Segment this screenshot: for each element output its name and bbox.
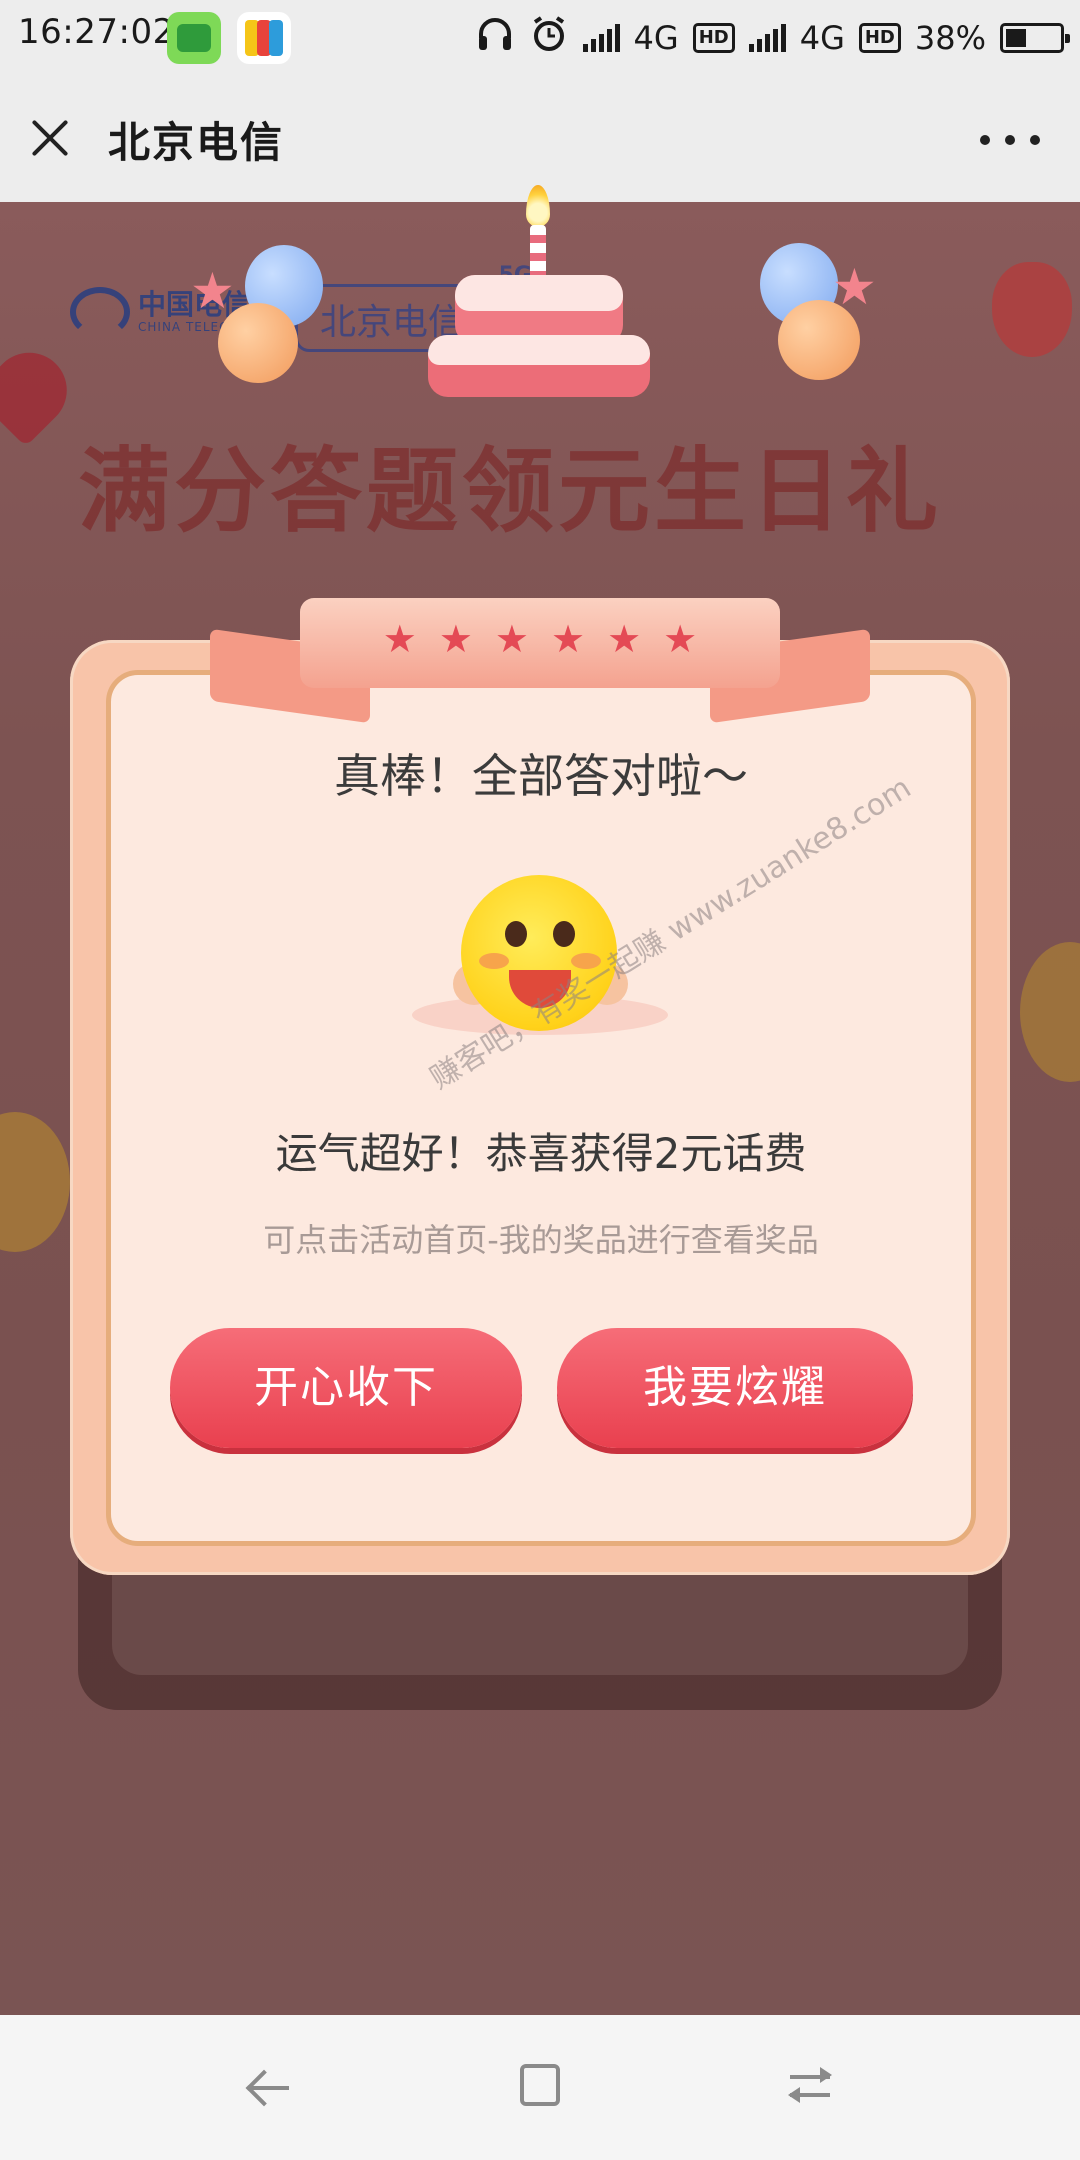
colorful-app-icon <box>237 12 291 64</box>
coin-decoration <box>0 1112 70 1252</box>
system-nav-bar <box>0 2015 1080 2160</box>
coin-decoration-right <box>1020 942 1080 1082</box>
stars-ribbon: ★ ★ ★ ★ ★ ★ <box>300 598 780 688</box>
birthday-cake-icon <box>420 185 660 397</box>
star-icon: ★ <box>190 262 235 320</box>
heart-balloon-icon <box>0 337 83 447</box>
star-icon: ★ <box>494 617 529 661</box>
star-icon: ★ <box>551 617 586 661</box>
banner-title: 满分答题领元生日礼 <box>78 438 943 545</box>
hd-badge-1: HD <box>692 23 735 53</box>
prize-message: 运气超好！恭喜获得2元话费 <box>275 1129 807 1178</box>
status-bar: 16:27:02 4G HD 4G HD 38% <box>0 0 1080 75</box>
network-type-1: 4G <box>633 19 679 57</box>
accept-prize-button[interactable]: 开心收下 <box>170 1328 522 1448</box>
headphones-icon <box>475 14 515 62</box>
switch-icon[interactable] <box>786 2061 834 2109</box>
music-balloon-icon <box>992 262 1072 357</box>
prize-hint: 可点击活动首页-我的奖品进行查看奖品 <box>263 1221 819 1259</box>
star-icon: ★ <box>382 617 417 661</box>
battery-icon <box>1000 23 1070 53</box>
battery-saver-app-icon <box>167 12 221 64</box>
ribbon-stars: ★ ★ ★ ★ ★ ★ <box>300 614 780 664</box>
star-icon-right: ★ <box>832 258 877 316</box>
title-bar: 北京电信 <box>0 75 1080 202</box>
network-type-2: 4G <box>799 19 845 57</box>
status-indicators: 4G HD 4G HD 38% <box>475 12 1070 64</box>
more-icon[interactable] <box>980 130 1040 150</box>
signal-strength-icon-2 <box>748 24 786 52</box>
back-icon[interactable] <box>243 2060 299 2116</box>
home-icon[interactable] <box>520 2064 560 2106</box>
close-icon[interactable] <box>22 110 78 166</box>
star-icon: ★ <box>663 617 698 661</box>
status-time: 16:27:02 <box>18 12 175 52</box>
battery-percent: 38% <box>914 19 986 57</box>
share-button[interactable]: 我要炫耀 <box>557 1328 913 1448</box>
hd-badge-2: HD <box>858 23 901 53</box>
candle-flame-icon <box>526 185 550 227</box>
signal-strength-icon <box>582 24 620 52</box>
star-icon: ★ <box>607 617 642 661</box>
star-icon: ★ <box>438 617 473 661</box>
china-telecom-mark-icon <box>70 287 130 337</box>
alarm-clock-icon <box>529 14 569 62</box>
page-title: 北京电信 <box>108 118 285 167</box>
